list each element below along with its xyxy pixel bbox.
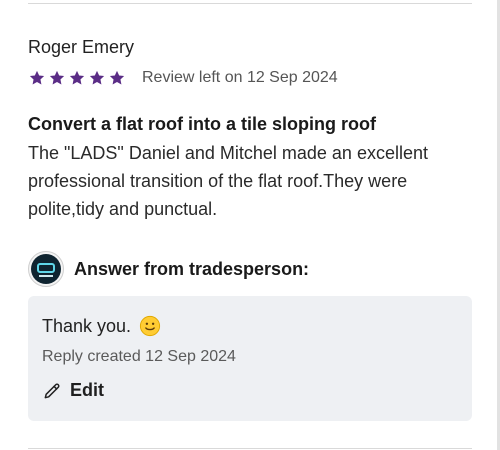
top-divider xyxy=(28,3,472,4)
answer-header: Answer from tradesperson: xyxy=(28,251,309,287)
star-icon xyxy=(108,69,126,87)
review-card: Roger Emery Review left on 12 Sep 2024 C… xyxy=(28,36,472,223)
pencil-icon xyxy=(42,381,62,401)
answer-text-row: Thank you. xyxy=(42,314,458,338)
star-icon xyxy=(88,69,106,87)
star-rating xyxy=(28,69,126,87)
tradesperson-avatar xyxy=(28,251,64,287)
edit-label: Edit xyxy=(70,380,104,400)
bottom-divider xyxy=(28,448,472,449)
answer-heading: Answer from tradesperson: xyxy=(74,258,310,279)
star-icon xyxy=(48,69,66,87)
reply-date: Reply created 12 Sep 2024 xyxy=(42,348,236,365)
company-logo-icon xyxy=(31,254,61,284)
rating-row: Review left on 12 Sep 2024 xyxy=(28,67,472,89)
answer-box: Thank you. Reply created 12 Sep 2024 Edi… xyxy=(28,296,472,421)
edit-button[interactable]: Edit xyxy=(42,380,104,401)
review-title: Convert a flat roof into a tile sloping … xyxy=(28,114,377,134)
review-body: The "LADS" Daniel and Mitchel made an ex… xyxy=(28,143,428,219)
slightly-smiling-face-icon xyxy=(139,315,161,337)
star-icon xyxy=(68,69,86,87)
star-icon xyxy=(28,69,46,87)
answer-text: Thank you. xyxy=(42,316,132,336)
review-date: Review left on 12 Sep 2024 xyxy=(142,69,338,86)
reviewer-name: Roger Emery xyxy=(28,37,135,57)
